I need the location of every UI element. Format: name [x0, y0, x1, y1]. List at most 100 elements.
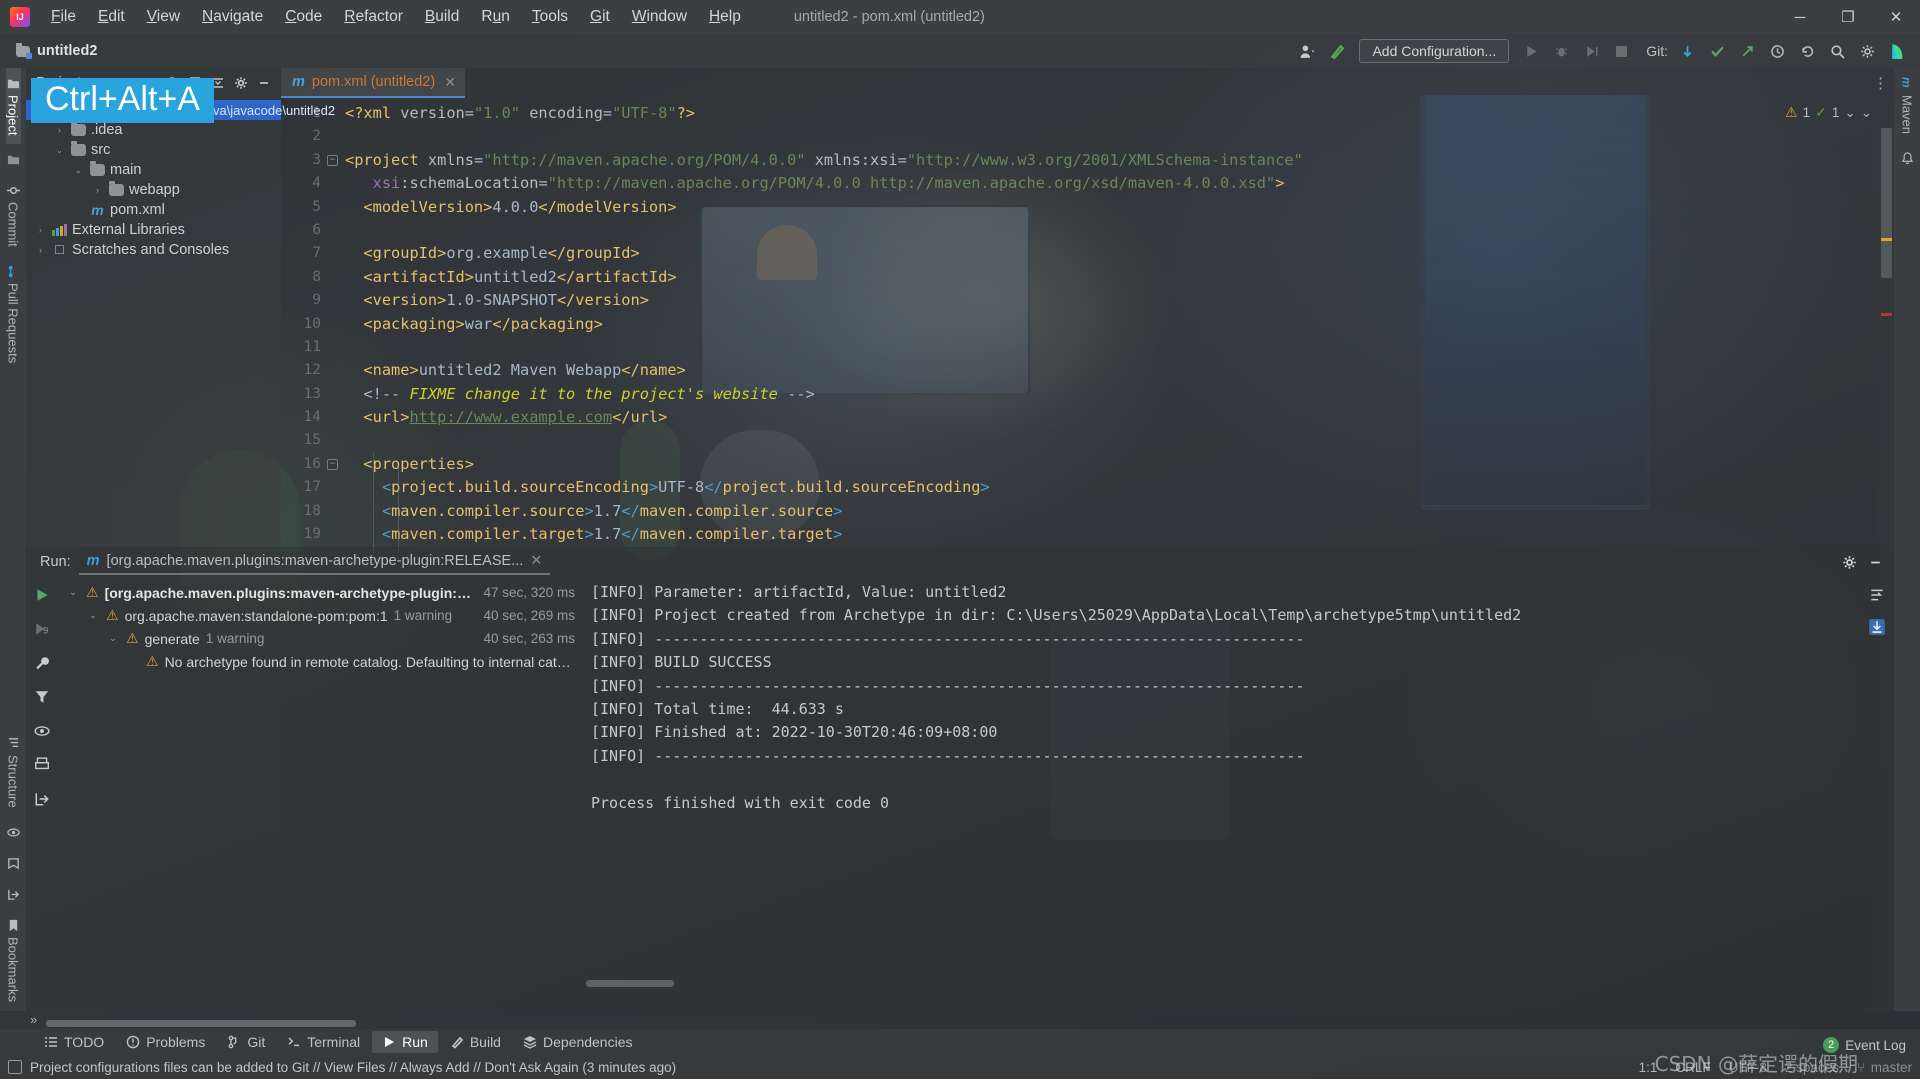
wrap-text-icon[interactable]	[1866, 584, 1888, 606]
collapse-stripe-button[interactable]: »	[30, 1012, 37, 1027]
code-line[interactable]: <!-- FIXME change it to the project's we…	[343, 383, 1894, 406]
expand-icon[interactable]	[31, 720, 53, 742]
sidebar-item-structure[interactable]: Structure	[6, 728, 21, 817]
line-number[interactable]: 5	[281, 196, 343, 219]
chevron-more-icon[interactable]: ⌄	[1861, 105, 1872, 121]
revert-icon[interactable]	[1794, 38, 1820, 64]
editor-scrollbar-thumb[interactable]	[1881, 128, 1892, 278]
run-tree-row[interactable]: ⌄ ⚠ org.apache.maven:standalone-pom:pom:1 1…	[58, 604, 583, 627]
line-number[interactable]: 8	[281, 266, 343, 289]
line-number[interactable]: 13	[281, 383, 343, 406]
run-tree-row[interactable]: ⌄ ⚠ [org.apache.maven.plugins:maven-archet…	[58, 581, 583, 604]
status-message[interactable]: Project configurations files can be adde…	[30, 1060, 676, 1075]
code-line[interactable]: <project xmlns="http://maven.apache.org/…	[343, 149, 1894, 172]
import-icon[interactable]	[31, 788, 53, 810]
line-number[interactable]: 9	[281, 289, 343, 312]
inspection-widget[interactable]: ⚠ 1 ✓ 1 ⌄ ⌄	[1785, 104, 1872, 121]
sidebar-item-maven[interactable]: m Maven	[1900, 68, 1915, 143]
run-console-output[interactable]: [INFO] Parameter: artifactId, Value: unt…	[583, 577, 1860, 991]
chevron-down-icon[interactable]: ⌄	[86, 610, 100, 621]
fold-toggle-icon[interactable]: −	[327, 459, 338, 470]
maximize-restore-button[interactable]: ❐	[1824, 0, 1872, 34]
line-number[interactable]: 14	[281, 406, 343, 429]
tree-item-pom-xml[interactable]: m pom.xml	[26, 200, 281, 220]
toolwindow-button-problems[interactable]: Problems	[116, 1031, 215, 1053]
code-line[interactable]	[343, 125, 1894, 148]
sidebar-item-preview[interactable]	[6, 817, 20, 848]
code-line[interactable]	[343, 336, 1894, 359]
line-number[interactable]: 7	[281, 242, 343, 265]
tree-item-external-libraries[interactable]: › External Libraries	[26, 220, 281, 240]
toolwindow-button-dependencies[interactable]: Dependencies	[513, 1031, 643, 1053]
run-icon[interactable]	[1518, 38, 1544, 64]
menu-code[interactable]: Code	[274, 4, 333, 30]
wrench-icon[interactable]	[31, 652, 53, 674]
code-line[interactable]: <properties>	[343, 453, 1894, 476]
menu-run[interactable]: Run	[470, 4, 520, 30]
toolwindow-button-git[interactable]: Git	[217, 1031, 275, 1053]
toolwindow-button-terminal[interactable]: Terminal	[277, 1031, 370, 1053]
code-line[interactable]: <version>1.0-SNAPSHOT</version>	[343, 289, 1894, 312]
close-icon[interactable]: ✕	[530, 553, 542, 569]
sidebar-item-bookmarks[interactable]: Bookmarks	[6, 910, 21, 1011]
line-number[interactable]: 15	[281, 429, 343, 452]
fold-toggle-icon[interactable]: −	[327, 155, 338, 166]
run-console-hscrollbar[interactable]	[586, 980, 674, 987]
sidebar-item-pull-requests[interactable]: Pull Requests	[6, 256, 21, 372]
debug-icon[interactable]: 9	[31, 618, 53, 640]
code-line[interactable]: <artifactId>untitled2</artifactId>	[343, 266, 1894, 289]
tree-item-src[interactable]: ⌄ src	[26, 140, 281, 160]
toolwindow-button-todo[interactable]: TODO	[34, 1031, 114, 1053]
stop-icon[interactable]	[1608, 38, 1634, 64]
line-number[interactable]: 18	[281, 500, 343, 523]
rerun-icon[interactable]	[31, 584, 53, 606]
hide-panel-icon[interactable]	[1864, 551, 1886, 573]
chevron-right-icon[interactable]: ›	[53, 125, 66, 135]
line-number[interactable]: 4	[281, 172, 343, 195]
chevron-right-icon[interactable]: ›	[91, 185, 104, 195]
sidebar-item-favorites[interactable]	[7, 848, 20, 879]
close-button[interactable]: ✕	[1872, 0, 1920, 34]
print-icon[interactable]	[31, 754, 53, 776]
toolwindow-button-run[interactable]: Run	[372, 1031, 438, 1053]
warning-marker[interactable]	[1881, 238, 1892, 241]
code-line[interactable]: <maven.compiler.source>1.7</maven.compil…	[343, 500, 1894, 523]
sidebar-item-notifications[interactable]	[1901, 143, 1914, 174]
add-configuration-button[interactable]: Add Configuration...	[1359, 39, 1510, 63]
sidebar-item-todo[interactable]	[7, 144, 20, 175]
sidebar-item-commit[interactable]: Commit	[6, 175, 21, 256]
project-panel-hscrollbar[interactable]	[46, 1020, 356, 1027]
chevron-right-icon[interactable]: ›	[34, 245, 47, 255]
error-marker[interactable]	[1881, 313, 1892, 316]
hide-panel-icon[interactable]	[253, 72, 275, 94]
menu-file[interactable]: File	[40, 4, 87, 30]
line-number[interactable]: 11	[281, 336, 343, 359]
chevron-right-icon[interactable]: ›	[34, 225, 47, 235]
user-avatar-icon[interactable]	[1294, 38, 1320, 64]
code-line[interactable]: xsi:schemaLocation="http://maven.apache.…	[343, 172, 1894, 195]
build-hammer-icon[interactable]	[1324, 38, 1350, 64]
tree-item-scratches-and-consoles[interactable]: › ☐ Scratches and Consoles	[26, 240, 281, 260]
search-everywhere-icon[interactable]	[1824, 38, 1850, 64]
sidebar-item-project[interactable]: Project	[5, 68, 21, 145]
menu-navigate[interactable]: Navigate	[191, 4, 274, 30]
code-line[interactable]: <modelVersion>4.0.0</modelVersion>	[343, 196, 1894, 219]
menu-window[interactable]: Window	[621, 4, 698, 30]
settings-gear-icon[interactable]	[1854, 38, 1880, 64]
settings-gear-icon[interactable]	[230, 72, 252, 94]
menu-build[interactable]: Build	[414, 4, 470, 30]
git-update-icon[interactable]	[1674, 38, 1700, 64]
project-chip[interactable]: untitled2	[16, 42, 97, 59]
chevron-down-icon[interactable]: ⌄	[1844, 105, 1855, 121]
code-line[interactable]: <?xml version="1.0" encoding="UTF-8"?>	[343, 102, 1894, 125]
editor-tab-overflow[interactable]: ⋮	[1873, 68, 1894, 98]
chevron-down-icon[interactable]: ⌄	[66, 587, 80, 598]
git-commit-check-icon[interactable]	[1704, 38, 1730, 64]
git-branch-widget[interactable]: ⑂ master	[1857, 1060, 1912, 1075]
code-line[interactable]: <name>untitled2 Maven Webapp</name>	[343, 359, 1894, 382]
line-number[interactable]: 16−	[281, 453, 343, 476]
minimize-button[interactable]: ─	[1776, 0, 1824, 34]
code-line[interactable]: <url>http://www.example.com</url>	[343, 406, 1894, 429]
tree-item-webapp[interactable]: › webapp	[26, 180, 281, 200]
code-line[interactable]: <project.build.sourceEncoding>UTF-8</pro…	[343, 476, 1894, 499]
